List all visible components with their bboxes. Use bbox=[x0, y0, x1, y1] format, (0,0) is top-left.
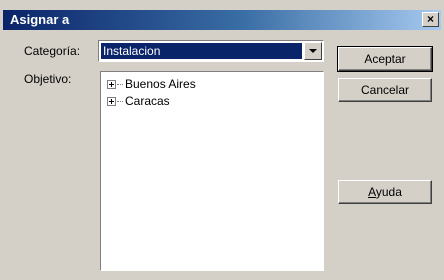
objective-tree[interactable]: Buenos Aires Caracas bbox=[100, 71, 324, 271]
help-button[interactable]: Ayuda bbox=[338, 180, 432, 204]
tree-connector bbox=[117, 101, 123, 102]
help-label-rest: yuda bbox=[375, 185, 402, 199]
category-dropdown[interactable]: Instalacion bbox=[98, 40, 324, 62]
category-label: Categoría: bbox=[24, 44, 81, 58]
tree-item-label: Buenos Aires bbox=[125, 77, 196, 91]
dialog-title: Asignar a bbox=[10, 12, 70, 27]
accept-button[interactable]: Aceptar bbox=[337, 46, 433, 72]
expand-plus-icon[interactable] bbox=[107, 97, 116, 106]
help-accelerator: A bbox=[368, 185, 376, 199]
cancel-button[interactable]: Cancelar bbox=[338, 78, 432, 102]
tree-connector bbox=[117, 84, 123, 85]
title-bar[interactable]: Asignar a × bbox=[3, 10, 441, 30]
dropdown-arrow-button[interactable] bbox=[304, 42, 322, 60]
close-icon: × bbox=[426, 12, 434, 26]
tree-item-label: Caracas bbox=[125, 94, 170, 108]
assign-dialog: Asignar a × Categoría: Instalacion Objet… bbox=[0, 0, 444, 280]
objective-label: Objetivo: bbox=[24, 72, 72, 86]
category-selected-value: Instalacion bbox=[101, 43, 302, 59]
close-button[interactable]: × bbox=[422, 12, 439, 27]
expand-plus-icon[interactable] bbox=[107, 80, 116, 89]
